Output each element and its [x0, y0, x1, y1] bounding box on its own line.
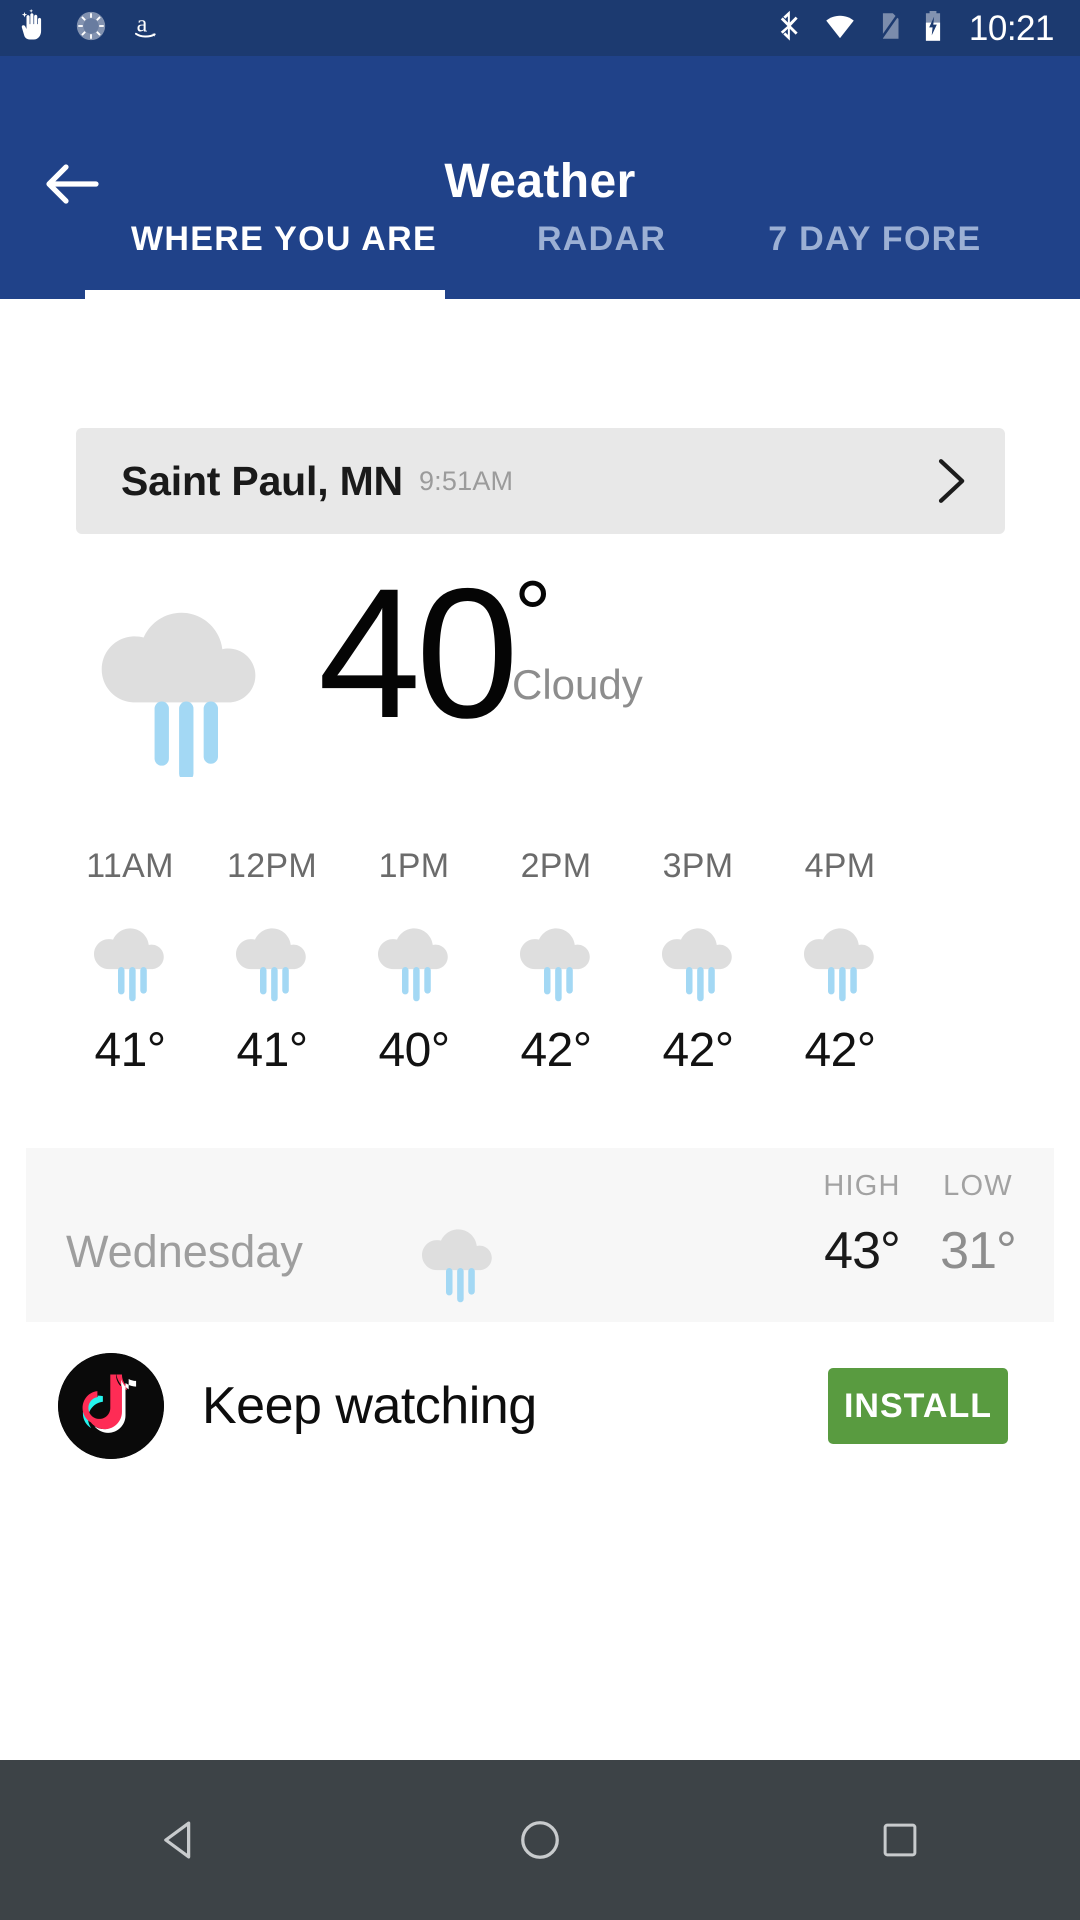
location-time: 9:51AM	[418, 465, 514, 496]
svg-text:a: a	[137, 11, 148, 37]
hourly-item[interactable]: 4PM 42°	[769, 847, 911, 1079]
hourly-time: 12PM	[226, 847, 318, 885]
hourly-item[interactable]: 3PM 42°	[627, 847, 769, 1079]
location-card[interactable]: Saint Paul, MN 9:51AM	[76, 428, 1005, 534]
install-button[interactable]: INSTALL	[828, 1368, 1008, 1444]
status-bar-clock: 10:21	[968, 8, 1055, 48]
ad-banner[interactable]: Keep watching INSTALL	[0, 1342, 1080, 1470]
current-condition-label: Cloudy	[512, 661, 643, 708]
amazon-icon: a	[130, 9, 166, 48]
rain-cloud-icon	[485, 915, 627, 1007]
hourly-time: 4PM	[804, 847, 876, 885]
tab-7-day-forecast[interactable]: 7 DAY FORE	[768, 220, 981, 265]
hourly-item[interactable]: 11AM 41°	[59, 847, 201, 1079]
nav-recents-icon[interactable]	[720, 1760, 1080, 1920]
daily-day-name: Wednesday	[66, 1226, 303, 1277]
rain-cloud-icon	[769, 915, 911, 1007]
hourly-temperature: 40°	[378, 1024, 450, 1077]
chevron-right-icon	[937, 458, 967, 504]
status-bar-system-icons: 10:21	[775, 8, 1055, 48]
tab-where-you-are[interactable]: WHERE YOU ARE	[131, 220, 437, 265]
hourly-temperature: 42°	[520, 1024, 592, 1077]
sim-card-icon	[877, 9, 903, 48]
nav-back-icon[interactable]	[0, 1760, 360, 1920]
active-tab-indicator	[85, 290, 445, 299]
spinner-icon	[74, 9, 108, 48]
status-bar-notifications: a	[18, 8, 166, 48]
daily-high-temp: 43°	[824, 1222, 901, 1280]
bluetooth-icon	[775, 9, 803, 48]
hourly-item[interactable]: 12PM 41°	[201, 847, 343, 1079]
daily-temperatures: 43° 31°	[812, 1221, 1028, 1281]
nav-home-icon[interactable]	[360, 1760, 720, 1920]
location-name: Saint Paul, MN	[121, 457, 403, 504]
tab-radar[interactable]: RADAR	[537, 220, 666, 265]
daily-low-temp: 31°	[940, 1222, 1017, 1280]
high-label: HIGH	[823, 1170, 901, 1202]
daily-column-headers: HIGH LOW	[812, 1170, 1028, 1203]
hourly-temperature: 41°	[236, 1024, 308, 1077]
app-bar: Weather WHERE YOU ARE RADAR 7 DAY FORE	[0, 56, 1080, 299]
hourly-item[interactable]: 2PM 42°	[485, 847, 627, 1079]
rain-cloud-icon	[201, 915, 343, 1007]
daily-forecast-row[interactable]: HIGH LOW Wednesday 43° 31°	[26, 1148, 1054, 1322]
ad-headline: Keep watching	[202, 1377, 537, 1435]
hourly-time: 11AM	[86, 847, 174, 885]
android-navigation-bar	[0, 1760, 1080, 1920]
current-temperature-degree: °	[513, 562, 552, 668]
current-temperature: 40°	[318, 562, 552, 747]
weather-content: Saint Paul, MN 9:51AM 40° Cloudy 11AM 41…	[0, 299, 1080, 1760]
status-bar: a 10:21	[0, 0, 1080, 56]
low-label: LOW	[943, 1170, 1013, 1202]
battery-charging-icon	[921, 9, 945, 48]
hourly-item[interactable]: 1PM 40°	[343, 847, 485, 1079]
rain-cloud-icon	[343, 915, 485, 1007]
current-conditions: 40° Cloudy	[0, 562, 1080, 834]
hourly-temperature: 41°	[94, 1024, 166, 1077]
rain-cloud-icon	[627, 915, 769, 1007]
hourly-time: 2PM	[520, 847, 592, 885]
sparkle-hand-icon	[18, 8, 52, 48]
hourly-forecast-strip[interactable]: 11AM 41° 12PM 41° 1PM 40° 2PM 42° 3PM 42…	[0, 847, 1080, 1079]
tiktok-icon	[58, 1353, 164, 1459]
hourly-time: 1PM	[378, 847, 450, 885]
current-temperature-value: 40	[318, 551, 519, 757]
wifi-icon	[821, 9, 859, 48]
hourly-time: 3PM	[662, 847, 734, 885]
hourly-temperature: 42°	[662, 1024, 734, 1077]
rain-cloud-icon	[59, 915, 201, 1007]
hourly-temperature: 42°	[804, 1024, 876, 1077]
rain-cloud-icon	[86, 592, 276, 781]
tab-bar: WHERE YOU ARE RADAR 7 DAY FORE	[0, 185, 1080, 299]
rain-cloud-icon	[414, 1220, 502, 1304]
